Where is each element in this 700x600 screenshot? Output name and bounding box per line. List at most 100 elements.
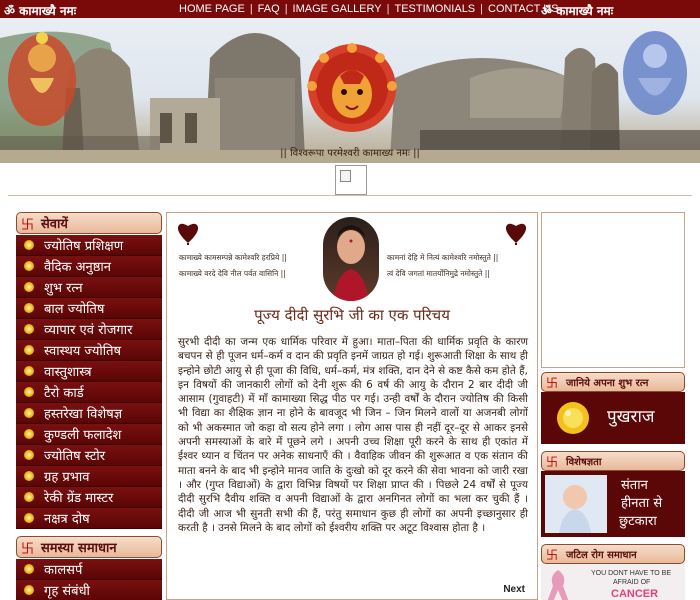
pink-ribbon-icon <box>547 570 569 600</box>
sidebar-item-label: टैरो कार्ड <box>44 386 84 401</box>
lucky-stone-header: 卐 जानिये अपना शुभ रत्न <box>541 372 685 392</box>
sun-bullet-icon <box>24 324 34 334</box>
nav-testimonials[interactable]: TESTIMONIALS <box>390 3 479 15</box>
expertise-title: विशेषज्ञता <box>566 457 602 468</box>
banner-caption: || विश्वरूपा परमेश्वरी कामाख्य नमः || <box>280 148 420 159</box>
baby-photo <box>545 475 607 533</box>
swastik-icon: 卐 <box>21 541 35 557</box>
lucky-stone-widget[interactable]: 卐 जानिये अपना शुभ रत्न पुखराज <box>541 372 685 444</box>
next-link[interactable]: Next <box>503 584 525 595</box>
sidebar-item-kalsarp[interactable]: कालसर्प <box>16 559 162 580</box>
cancer-ad-banner: YOU DONT HAVE TO BE AFRAID OF CANCER <box>541 564 685 600</box>
sun-bullet-icon <box>24 429 34 439</box>
sidebar-item-label: वैदिक अनुष्ठान <box>44 260 112 275</box>
sidebar-item-label: कुण्डली फलादेश <box>44 428 122 443</box>
sidebar-item-label: नक्षत्र दोष <box>44 512 90 527</box>
expertise-banner: संतान हीनता से छुटकारा <box>541 471 685 537</box>
biography-paragraph: सुरभी दीदी का जन्म एक धार्मिक परिवार में… <box>178 336 528 534</box>
expertise-line1: संतान <box>621 478 648 493</box>
sidebar-item-label: ज्योतिष स्टोर <box>44 449 106 464</box>
sun-bullet-icon <box>24 513 34 523</box>
broken-image-icon <box>340 170 351 182</box>
sidebar-item-business-employment[interactable]: व्यापार एवं रोजगार <box>16 319 162 340</box>
sidebar-item-shubh-ratna[interactable]: शुभ रत्न <box>16 277 162 298</box>
page-title: पूज्य दीदी सुरभि जी का एक परिचय <box>254 306 450 324</box>
complex-disease-title: जटिल रोग समाधान <box>566 550 637 561</box>
expertise-line3: छुटकारा <box>619 514 657 529</box>
nav-image-gallery[interactable]: IMAGE GALLERY <box>289 3 386 15</box>
complex-disease-header: 卐 जटिल रोग समाधान <box>541 544 685 564</box>
sidebar-item-label: गृह संबंधी <box>44 584 90 599</box>
sidebar-item-label: बाल ज्योतिष <box>44 302 105 317</box>
sidebar-item-jyotish-store[interactable]: ज्योतिष स्टोर <box>16 445 162 466</box>
gem-name: पुखराज <box>607 407 655 427</box>
sidebar-item-label: कालसर्प <box>44 563 83 578</box>
brand-mantra-left: ॐ कामाख्यै नमः <box>4 4 77 18</box>
mantra-line: कामाख्ये वरदे देवि नील पर्वत वासिनि || <box>179 269 286 278</box>
sidebar-item-label: स्वास्थय ज्योतिष <box>44 344 122 359</box>
swastik-icon: 卐 <box>546 454 559 469</box>
sun-bullet-icon <box>24 471 34 481</box>
main-content: कामाख्ये कामसम्पन्ने कामेश्वरि हरप्रिये … <box>166 212 538 600</box>
top-navigation-bar: ॐ कामाख्यै नमः HOME PAGE | FAQ | IMAGE G… <box>0 0 700 18</box>
mantra-line: त्वं देवि जगतां मातर्योनिमुद्रे नमोस्तुत… <box>387 269 490 278</box>
sun-bullet-icon <box>24 564 34 574</box>
ad-line3: CANCER <box>611 588 659 600</box>
sidebar-item-label: व्यापार एवं रोजगार <box>44 323 133 338</box>
sun-bullet-icon <box>24 366 34 376</box>
sun-bullet-icon <box>24 303 34 313</box>
divider <box>8 195 692 196</box>
temple-banner: || विश्वरूपा परमेश्वरी कामाख्य नमः || <box>0 18 700 163</box>
sun-bullet-icon <box>24 387 34 397</box>
sun-bullet-icon <box>24 282 34 292</box>
swastik-icon: 卐 <box>21 217 35 233</box>
sidebar-item-grah-prabhav[interactable]: ग्रह प्रभाव <box>16 466 162 487</box>
ad-line1: YOU DONT HAVE TO BE <box>591 570 672 577</box>
right-blank-panel <box>541 212 685 368</box>
expertise-header: 卐 विशेषज्ञता <box>541 451 685 471</box>
sidebar-item-vedic-anushthan[interactable]: वैदिक अनुष्ठान <box>16 256 162 277</box>
portrait-photo <box>323 217 379 301</box>
sidebar-item-reiki-grand-master[interactable]: रेकी ग्रेंड मास्टर <box>16 487 162 508</box>
sidebar-item-vastushastra[interactable]: वास्तुशास्त्र <box>16 361 162 382</box>
sidebar-item-label: वास्तुशास्त्र <box>44 365 92 380</box>
nav-faq[interactable]: FAQ <box>254 3 284 15</box>
sidebar-item-label: ज्योतिष प्रशिक्षण <box>44 239 124 254</box>
nav-separator: | <box>386 3 390 15</box>
ad-line2: AFRAID OF <box>613 579 651 586</box>
sidebar-item-jyotish-training[interactable]: ज्योतिष प्रशिक्षण <box>16 235 162 256</box>
main-nav: HOME PAGE | FAQ | IMAGE GALLERY | TESTIM… <box>175 0 563 18</box>
services-header: 卐 सेवायें <box>16 212 162 234</box>
brand-mantra-right: ॐ कामाख्यै नमः <box>541 4 614 18</box>
lucky-stone-title: जानिये अपना शुभ रत्न <box>566 378 649 389</box>
temple-banner-illustration <box>0 31 700 163</box>
sidebar-item-tarot-card[interactable]: टैरो कार्ड <box>16 382 162 403</box>
peepal-leaf-icon <box>505 223 527 245</box>
sidebar-item-health-jyotish[interactable]: स्वास्थय ज्योतिष <box>16 340 162 361</box>
sun-bullet-icon <box>24 240 34 250</box>
sidebar-item-label: ग्रह प्रभाव <box>44 470 90 485</box>
broken-image-placeholder <box>335 165 367 195</box>
sun-bullet-icon <box>24 408 34 418</box>
sidebar-item-grih-sambandhi[interactable]: गृह संबंधी <box>16 580 162 600</box>
swastik-icon: 卐 <box>546 547 559 562</box>
sun-bullet-icon <box>24 450 34 460</box>
sidebar-item-kundli-phaladesh[interactable]: कुण्डली फलादेश <box>16 424 162 445</box>
complex-disease-widget[interactable]: 卐 जटिल रोग समाधान YOU DONT HAVE TO BE AF… <box>541 544 685 600</box>
left-sidebar: 卐 सेवायें ज्योतिष प्रशिक्षण वैदिक अनुष्ठ… <box>16 212 162 600</box>
solutions-title: समस्या समाधान <box>41 541 117 556</box>
sidebar-item-bal-jyotish[interactable]: बाल ज्योतिष <box>16 298 162 319</box>
mantra-line: कामाख्ये कामसम्पन्ने कामेश्वरि हरप्रिये … <box>179 253 287 262</box>
sidebar-item-palmistry[interactable]: हस्तरेखा विशेषज्ञ <box>16 403 162 424</box>
expertise-widget[interactable]: 卐 विशेषज्ञता संतान हीनता से छुटकारा <box>541 451 685 537</box>
peepal-leaf-icon <box>177 223 199 245</box>
expertise-line2: हीनता से <box>621 496 663 511</box>
sun-bullet-icon <box>24 261 34 271</box>
sidebar-item-nakshatra-dosh[interactable]: नक्षत्र दोष <box>16 508 162 529</box>
sun-bullet-icon <box>24 492 34 502</box>
nav-home[interactable]: HOME PAGE <box>175 3 249 15</box>
sidebar-item-label: हस्तरेखा विशेषज्ञ <box>44 407 123 422</box>
services-title: सेवायें <box>41 217 68 232</box>
mantra-line: कामनां देहि मे नित्यं कामेश्वरि नमोस्तुत… <box>387 253 499 262</box>
solutions-header: 卐 समस्या समाधान <box>16 536 162 558</box>
